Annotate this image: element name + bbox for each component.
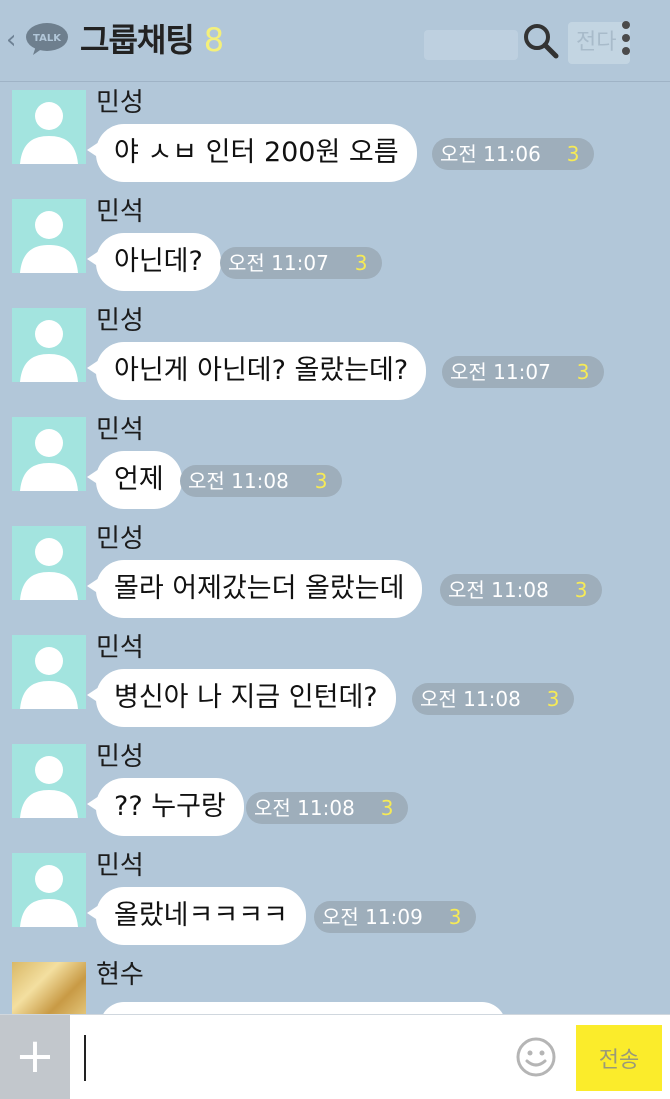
chevron-left-icon[interactable]: ‹ bbox=[6, 26, 22, 54]
message-bubble[interactable]: 야 ㅅㅂ 인터 200원 오름 bbox=[87, 124, 417, 182]
message-time: 오전 11:06 bbox=[440, 142, 541, 166]
message-item: 민성 아닌게 아닌데? 올랐는데? 오전 11:07 3 bbox=[0, 306, 670, 416]
message-time: 오전 11:08 bbox=[448, 578, 549, 602]
message-item: 민성 몰라 어제갔는더 올랐는데 오전 11:08 3 bbox=[0, 524, 670, 634]
sender-name: 민성 bbox=[96, 306, 144, 336]
message-item: 민석 올랐네ㅋㅋㅋㅋ 오전 11:09 3 bbox=[0, 851, 670, 961]
chat-header: ‹ TALK 그룹채팅 8 전다 bbox=[0, 0, 670, 82]
message-time: 오전 11:09 bbox=[322, 905, 423, 929]
unread-count: 3 bbox=[574, 578, 588, 602]
kakaotalk-logo: TALK bbox=[26, 23, 68, 55]
logo-text: TALK bbox=[33, 33, 62, 44]
input-bar: + 전송 bbox=[0, 1014, 670, 1099]
default-profile-icon bbox=[20, 647, 78, 709]
avatar[interactable] bbox=[12, 90, 86, 164]
default-profile-icon bbox=[20, 320, 78, 382]
message-item: 민석 아닌데? 오전 11:07 3 bbox=[0, 197, 670, 307]
unread-count: 3 bbox=[354, 251, 368, 275]
unread-count: 3 bbox=[448, 905, 462, 929]
avatar[interactable] bbox=[12, 635, 86, 709]
default-profile-icon bbox=[20, 102, 78, 164]
sender-name: 민성 bbox=[96, 524, 144, 554]
sender-name: 민석 bbox=[96, 633, 144, 663]
send-button[interactable]: 전송 bbox=[576, 1025, 662, 1091]
avatar[interactable] bbox=[12, 526, 86, 600]
unread-count: 3 bbox=[380, 796, 394, 820]
unread-count: 3 bbox=[576, 360, 590, 384]
faded-header-element bbox=[424, 30, 518, 60]
message-meta: 오전 11:08 3 bbox=[412, 683, 574, 715]
avatar[interactable] bbox=[12, 308, 86, 382]
default-profile-icon bbox=[20, 865, 78, 927]
message-bubble[interactable]: 아닌데? bbox=[87, 233, 221, 291]
avatar[interactable] bbox=[12, 853, 86, 927]
default-profile-icon bbox=[20, 211, 78, 273]
message-meta: 오전 11:07 3 bbox=[442, 356, 604, 388]
message-input[interactable] bbox=[78, 1029, 498, 1085]
attach-button[interactable]: + bbox=[0, 1015, 70, 1099]
sender-name: 민석 bbox=[96, 851, 144, 881]
message-time: 오전 11:08 bbox=[254, 796, 355, 820]
message-bubble[interactable]: ?? 누구랑 bbox=[87, 778, 244, 836]
avatar[interactable] bbox=[12, 744, 86, 818]
message-meta: 오전 11:08 3 bbox=[246, 792, 408, 824]
message-bubble[interactable]: 올랐네ㅋㅋㅋㅋ bbox=[87, 887, 306, 945]
default-profile-icon bbox=[20, 538, 78, 600]
message-item: 민성 야 ㅅㅂ 인터 200원 오름 오전 11:06 3 bbox=[0, 88, 670, 198]
message-meta: 오전 11:08 3 bbox=[440, 574, 602, 606]
message-time: 오전 11:07 bbox=[228, 251, 329, 275]
avatar[interactable] bbox=[12, 199, 86, 273]
message-bubble[interactable]: 몰라 어제갔는더 올랐는데 bbox=[86, 560, 423, 618]
sender-name: 민성 bbox=[96, 742, 144, 772]
message-item: 민성 ?? 누구랑 오전 11:08 3 bbox=[0, 742, 670, 852]
unread-count: 3 bbox=[546, 687, 560, 711]
unread-count: 3 bbox=[566, 142, 580, 166]
unread-count: 3 bbox=[314, 469, 328, 493]
sender-name: 민석 bbox=[96, 197, 144, 227]
more-vertical-icon[interactable] bbox=[618, 18, 634, 62]
search-icon[interactable] bbox=[520, 20, 560, 60]
message-item: 민석 언제 오전 11:08 3 bbox=[0, 415, 670, 525]
default-profile-icon bbox=[20, 429, 78, 491]
sender-name: 현수 bbox=[96, 960, 144, 990]
avatar[interactable] bbox=[12, 417, 86, 491]
message-item: 민석 병신아 나 지금 인턴데? 오전 11:08 3 bbox=[0, 633, 670, 743]
message-time: 오전 11:08 bbox=[188, 469, 289, 493]
message-meta: 오전 11:06 3 bbox=[432, 138, 594, 170]
message-meta: 오전 11:09 3 bbox=[314, 901, 476, 933]
message-time: 오전 11:07 bbox=[450, 360, 551, 384]
message-meta: 오전 11:08 3 bbox=[180, 465, 342, 497]
message-bubble[interactable]: 병신아 나 지금 인턴데? bbox=[87, 669, 396, 727]
message-bubble[interactable]: 아닌게 아닌데? 올랐는데? bbox=[86, 342, 427, 400]
smiley-icon[interactable] bbox=[514, 1035, 558, 1079]
message-time: 오전 11:08 bbox=[420, 687, 521, 711]
message-bubble[interactable]: 언제 bbox=[87, 451, 182, 509]
chat-title-text: 그룹채팅 bbox=[80, 21, 195, 59]
default-profile-icon bbox=[20, 756, 78, 818]
text-cursor bbox=[84, 1035, 86, 1081]
member-count: 8 bbox=[203, 21, 224, 59]
message-meta: 오전 11:07 3 bbox=[220, 247, 382, 279]
chat-title: 그룹채팅 8 bbox=[80, 20, 224, 60]
sender-name: 민석 bbox=[96, 415, 144, 445]
sender-name: 민성 bbox=[96, 88, 144, 118]
